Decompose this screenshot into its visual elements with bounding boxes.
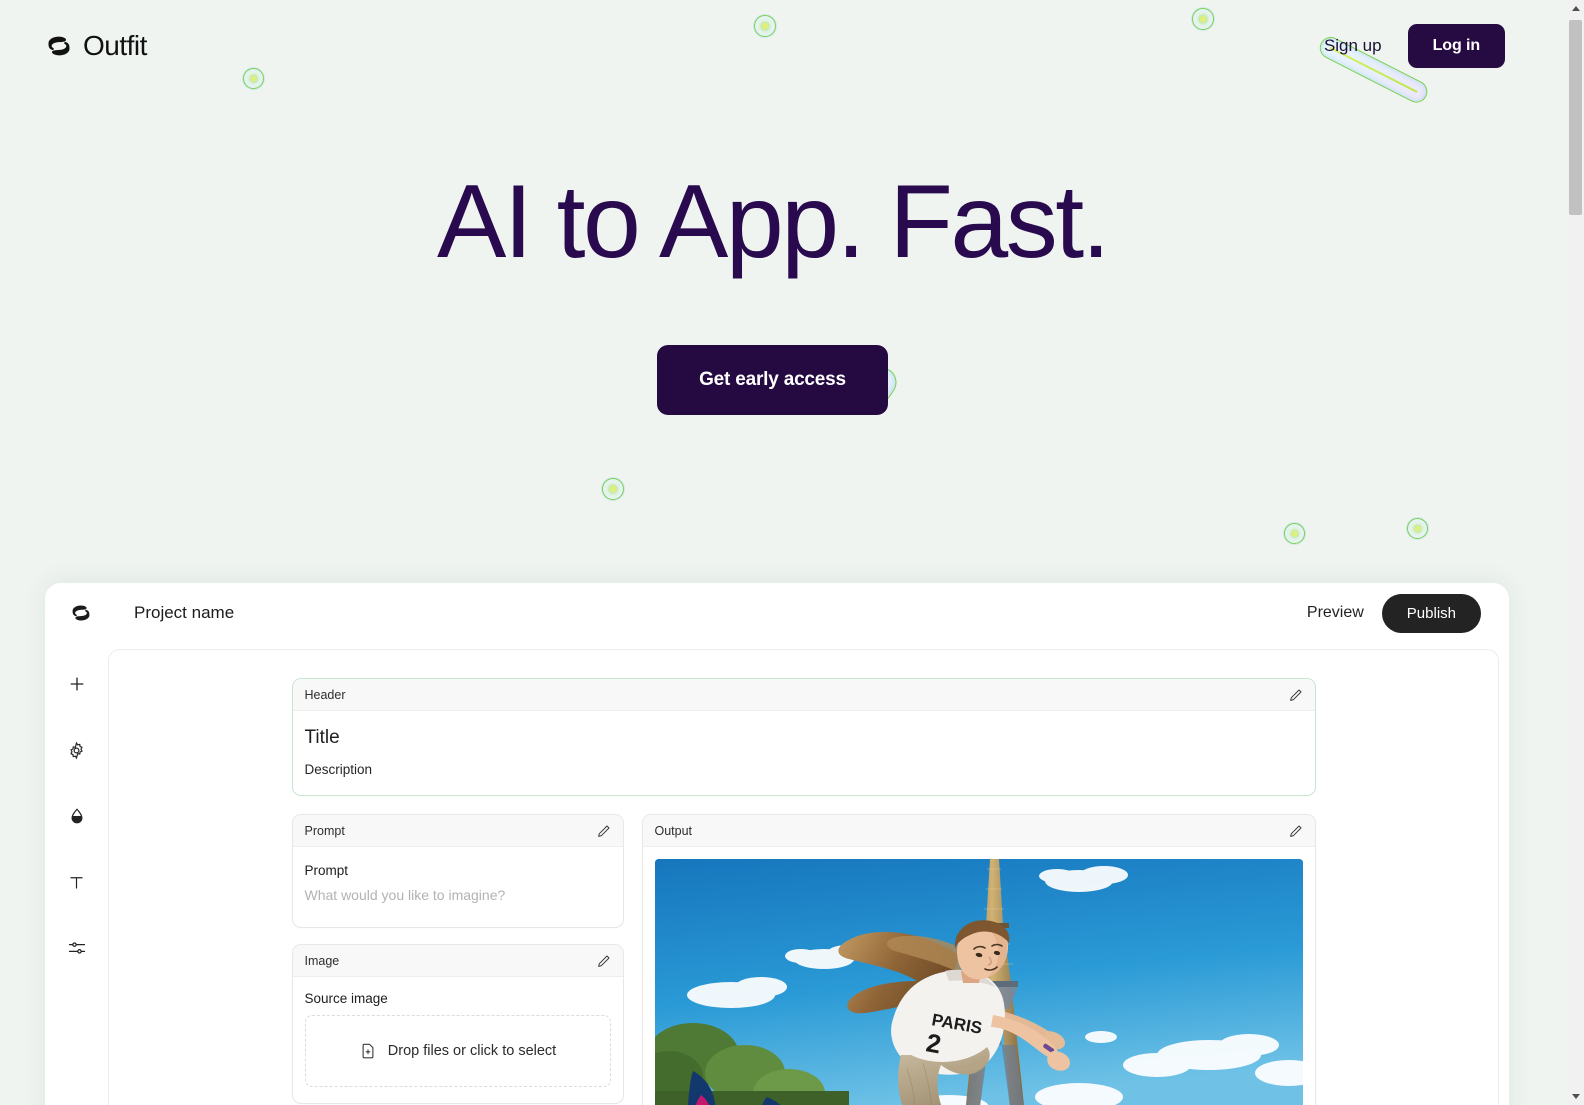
- right-column: Output PARIS 2: [641, 814, 1316, 1105]
- nav-actions: Sign up Log in: [1324, 24, 1505, 68]
- output-image: PARIS 2: [654, 859, 1303, 1105]
- gear-icon: [70, 741, 83, 759]
- project-name-field[interactable]: Project name: [134, 603, 234, 623]
- pencil-icon[interactable]: [596, 953, 612, 969]
- sidebar-item-settings[interactable]: [64, 737, 90, 763]
- scroll-up-arrow-icon[interactable]: [1567, 0, 1584, 17]
- deco-ring-4: [602, 478, 624, 500]
- hero-cta-wrapper: Get early access: [0, 345, 1545, 416]
- app-header: Project name Preview Publish: [45, 583, 1509, 643]
- signup-link[interactable]: Sign up: [1324, 36, 1382, 56]
- left-column: Prompt Prompt What would you like to ima…: [291, 814, 624, 1105]
- brand-name: Outfit: [83, 30, 147, 61]
- prompt-field-label: Prompt: [304, 863, 349, 878]
- block-prompt-label: Prompt: [304, 823, 345, 838]
- droplet-icon: [71, 808, 82, 824]
- image-dropzone[interactable]: Drop files or click to select: [304, 1015, 611, 1087]
- header-title-text: Title: [304, 727, 340, 748]
- get-early-access-button[interactable]: Get early access: [657, 345, 888, 416]
- block-header-label: Header: [304, 687, 346, 702]
- hero-title: AI to App. Fast.: [436, 164, 1111, 280]
- editor-sidebar: [45, 643, 108, 1105]
- scroll-down-arrow-icon[interactable]: [1567, 1088, 1584, 1105]
- block-output-bar: Output: [642, 815, 1315, 847]
- sidebar-item-text[interactable]: [64, 869, 90, 895]
- block-image[interactable]: Image Source image Drop files or click t…: [291, 944, 624, 1104]
- source-image-label: Source image: [304, 991, 388, 1006]
- block-header[interactable]: Header Title Description: [291, 678, 1316, 796]
- dropzone-label: Drop files or click to select: [387, 1043, 557, 1059]
- block-output[interactable]: Output PARIS 2: [641, 814, 1316, 1105]
- preview-button[interactable]: Preview: [1307, 604, 1364, 622]
- block-header-body: Title Description: [293, 711, 1315, 795]
- app-body: Header Title Description Prompt Prompt W…: [45, 643, 1509, 1105]
- editor-canvas: Header Title Description Prompt Prompt W…: [108, 649, 1499, 1105]
- file-plus-icon: [362, 1043, 374, 1059]
- block-header-bar: Header: [292, 679, 1315, 711]
- generated-skateboarder-paris-illustration: PARIS 2: [654, 859, 1303, 1105]
- pencil-icon[interactable]: [596, 823, 612, 839]
- login-button[interactable]: Log in: [1407, 24, 1505, 68]
- prompt-input[interactable]: What would you like to imagine?: [305, 887, 611, 909]
- browser-scrollbar[interactable]: [1567, 0, 1584, 1105]
- deco-ring-6: [1407, 518, 1428, 539]
- brand-logo[interactable]: Outfit: [44, 30, 147, 62]
- sidebar-item-add[interactable]: [64, 671, 90, 697]
- sidebar-item-controls[interactable]: [64, 935, 90, 961]
- header-description-text: Description: [304, 762, 373, 777]
- sidebar-item-theme[interactable]: [64, 803, 90, 829]
- top-navigation: Outfit Sign up Log in: [0, 0, 1545, 92]
- pencil-icon[interactable]: [1288, 823, 1304, 839]
- deco-ring-5: [1284, 523, 1305, 544]
- block-output-label: Output: [654, 823, 693, 838]
- block-prompt-body: Prompt What would you like to imagine?: [293, 847, 623, 927]
- text-t-icon: [70, 876, 83, 889]
- app-header-actions: Preview Publish: [1307, 593, 1481, 633]
- plus-icon: [70, 677, 83, 691]
- app-preview-window: Project name Preview Publish Header Titl…: [45, 583, 1509, 1105]
- sliders-icon: [68, 942, 85, 954]
- publish-button[interactable]: Publish: [1381, 593, 1481, 633]
- block-image-bar: Image: [292, 945, 623, 977]
- outfit-logo-icon: [48, 36, 70, 56]
- block-image-body: Source image Drop files or click to sele…: [293, 977, 623, 1103]
- editor-two-column-row: Prompt Prompt What would you like to ima…: [291, 814, 1316, 1105]
- page-root: Outfit Sign up Log in AI to App. Fast. G…: [0, 0, 1584, 1105]
- outfit-mark-icon: [72, 605, 90, 621]
- block-prompt-bar: Prompt: [292, 815, 623, 847]
- block-prompt[interactable]: Prompt Prompt What would you like to ima…: [291, 814, 624, 928]
- canvas-inner: Header Title Description Prompt Prompt W…: [291, 678, 1316, 1105]
- pencil-icon[interactable]: [1288, 687, 1304, 703]
- block-image-label: Image: [304, 953, 340, 968]
- scrollbar-thumb[interactable]: [1569, 20, 1582, 215]
